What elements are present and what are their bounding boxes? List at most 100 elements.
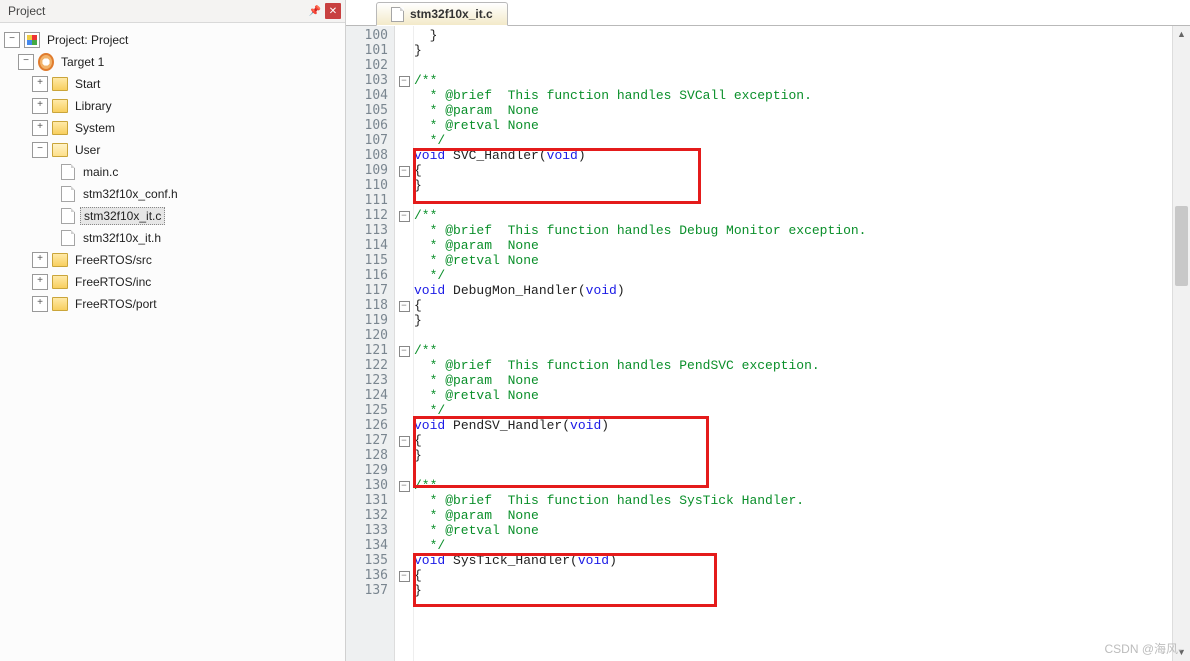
code-content[interactable]: }} /** * @brief This function handles SVC… [414,26,1172,661]
code-line[interactable]: /** [414,208,1172,223]
tree-item-icon [52,120,68,136]
code-line[interactable]: void SVC_Handler(void) [414,148,1172,163]
tree-item-label: FreeRTOS/src [72,252,155,268]
code-line[interactable]: */ [414,133,1172,148]
code-line[interactable]: { [414,298,1172,313]
fold-toggle-icon[interactable]: − [399,166,410,177]
code-line[interactable]: * @param None [414,373,1172,388]
fold-toggle-icon[interactable]: − [399,571,410,582]
code-line[interactable] [414,328,1172,343]
code-line[interactable]: } [414,583,1172,598]
tree-group-library[interactable]: +Library [4,95,343,117]
tree-file-stm32f10x-it-c[interactable]: stm32f10x_it.c [4,205,343,227]
tree-root[interactable]: −Project: Project [4,29,343,51]
tree-item-label: Target 1 [58,54,107,70]
code-line[interactable]: */ [414,268,1172,283]
vertical-scrollbar[interactable]: ▲ ▼ [1172,26,1190,661]
expand-toggle-icon[interactable]: + [32,76,48,92]
tree-item-icon [60,186,76,202]
code-line[interactable]: * @brief This function handles SVCall ex… [414,88,1172,103]
code-line[interactable]: { [414,163,1172,178]
code-line[interactable]: * @param None [414,508,1172,523]
tree-item-icon [52,296,68,312]
fold-column[interactable]: − − − − − − − − [395,26,414,661]
code-line[interactable]: * @retval None [414,118,1172,133]
code-line[interactable]: * @retval None [414,253,1172,268]
tree-item-label: stm32f10x_it.c [80,207,165,225]
tree-item-label: System [72,120,118,136]
tree-file-stm32f10x-conf-h[interactable]: stm32f10x_conf.h [4,183,343,205]
tree-group-user[interactable]: − User [4,139,343,161]
code-line[interactable]: void PendSV_Handler(void) [414,418,1172,433]
tree-item-icon [52,274,68,290]
code-line[interactable] [414,58,1172,73]
tree-item-label: FreeRTOS/port [72,296,160,312]
expand-toggle-icon[interactable]: − [4,32,20,48]
code-line[interactable]: /** [414,478,1172,493]
expand-toggle-icon[interactable]: + [32,120,48,136]
code-line[interactable]: * @param None [414,238,1172,253]
code-line[interactable]: /** [414,73,1172,88]
fold-toggle-icon[interactable]: − [399,211,410,222]
project-tree[interactable]: −Project: Project−Target 1+Start+Library… [0,23,345,661]
code-line[interactable]: void SysTick_Handler(void) [414,553,1172,568]
tree-group-system[interactable]: + System [4,117,343,139]
tree-item-icon [24,32,40,48]
tree-item-icon [60,208,76,224]
code-line[interactable]: * @brief This function handles Debug Mon… [414,223,1172,238]
tree-group-freertos-port[interactable]: + FreeRTOS/port [4,293,343,315]
tree-item-icon [52,142,68,158]
code-line[interactable]: void DebugMon_Handler(void) [414,283,1172,298]
code-line[interactable]: } [414,28,1172,43]
tree-item-label: FreeRTOS/inc [72,274,154,290]
tab-stm32f10x-it-c[interactable]: stm32f10x_it.c [376,2,508,26]
code-line[interactable]: } [414,43,1172,58]
tree-item-label: User [72,142,103,158]
tree-target[interactable]: − Target 1 [4,51,343,73]
fold-toggle-icon[interactable]: − [399,436,410,447]
code-line[interactable]: } [414,178,1172,193]
tree-file-main-c[interactable]: main.c [4,161,343,183]
code-line[interactable]: * @retval None [414,523,1172,538]
code-line[interactable]: /** [414,343,1172,358]
code-area[interactable]: 1001011021031041051061071081091101111121… [346,26,1190,661]
tree-item-label: stm32f10x_it.h [80,230,164,246]
code-line[interactable] [414,193,1172,208]
code-line[interactable]: */ [414,403,1172,418]
expand-toggle-icon[interactable]: − [32,142,48,158]
code-line[interactable]: * @retval None [414,388,1172,403]
expand-toggle-icon[interactable]: − [18,54,34,70]
code-line[interactable]: { [414,568,1172,583]
tree-group-freertos-inc[interactable]: + FreeRTOS/inc [4,271,343,293]
expand-toggle-icon[interactable]: + [32,252,48,268]
code-line[interactable]: } [414,313,1172,328]
code-line[interactable]: { [414,433,1172,448]
code-line[interactable]: } [414,448,1172,463]
tree-item-icon [52,76,68,92]
scroll-thumb[interactable] [1175,206,1188,286]
code-line[interactable]: */ [414,538,1172,553]
scroll-down-arrow[interactable]: ▼ [1173,644,1190,661]
tree-group-freertos-src[interactable]: + FreeRTOS/src [4,249,343,271]
expand-toggle-icon[interactable]: + [32,274,48,290]
tree-item-icon [52,252,68,268]
line-gutter: 1001011021031041051061071081091101111121… [346,26,395,661]
tree-file-stm32f10x-it-h[interactable]: stm32f10x_it.h [4,227,343,249]
scroll-up-arrow[interactable]: ▲ [1173,26,1190,43]
expand-toggle-icon[interactable]: + [32,296,48,312]
code-line[interactable] [414,463,1172,478]
code-line[interactable]: * @param None [414,103,1172,118]
expand-toggle-icon[interactable]: + [32,98,48,114]
project-panel: Project 📌 ✕ −Project: Project−Target 1+S… [0,0,346,661]
fold-toggle-icon[interactable]: − [399,346,410,357]
fold-toggle-icon[interactable]: − [399,481,410,492]
close-icon[interactable]: ✕ [325,3,341,19]
fold-toggle-icon[interactable]: − [399,301,410,312]
tree-item-icon [52,98,68,114]
code-line[interactable]: * @brief This function handles SysTick H… [414,493,1172,508]
pin-icon[interactable]: 📌 [307,3,323,19]
tree-group-start[interactable]: +Start [4,73,343,95]
fold-toggle-icon[interactable]: − [399,76,410,87]
code-line[interactable]: * @brief This function handles PendSVC e… [414,358,1172,373]
tree-item-icon [60,230,76,246]
